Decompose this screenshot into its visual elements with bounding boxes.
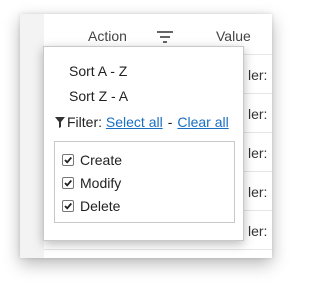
clear-all-link[interactable]: Clear all bbox=[177, 114, 228, 130]
option-label: Modify bbox=[80, 175, 122, 191]
delete-checkbox[interactable] bbox=[62, 200, 74, 212]
cell-value: ler: 2 bbox=[248, 184, 272, 200]
checkmark-icon bbox=[64, 179, 72, 187]
checkmark-icon bbox=[64, 202, 72, 210]
page: Action Value ler: 1 ler: 2 ler: 1 ler: 2… bbox=[0, 0, 321, 306]
link-separator: - bbox=[167, 114, 173, 130]
cell-value: ler: 2 bbox=[248, 106, 272, 122]
checkmark-icon bbox=[64, 156, 72, 164]
option-modify[interactable]: Modify bbox=[62, 175, 121, 191]
option-create[interactable]: Create bbox=[62, 152, 122, 168]
filter-menu-icon[interactable] bbox=[157, 30, 173, 43]
option-label: Delete bbox=[80, 198, 121, 214]
column-header-action[interactable]: Action bbox=[88, 28, 127, 44]
column-filter-popup: Sort A - Z Sort Z - A Filter: Select all… bbox=[43, 46, 244, 241]
funnel-icon bbox=[55, 115, 65, 128]
cell-value: ler: 1 bbox=[248, 145, 272, 161]
cell-value: ler: 1 bbox=[248, 223, 272, 239]
sort-descending-item[interactable]: Sort Z - A bbox=[69, 88, 128, 104]
column-header-value[interactable]: Value bbox=[216, 28, 251, 44]
option-label: Create bbox=[80, 152, 123, 168]
filter-options-list: Create Modify Delete bbox=[54, 141, 235, 223]
select-all-link[interactable]: Select all bbox=[106, 114, 163, 130]
filter-row: Filter: Select all - Clear all bbox=[55, 114, 229, 130]
create-checkbox[interactable] bbox=[62, 154, 74, 166]
option-delete[interactable]: Delete bbox=[62, 198, 120, 214]
modify-checkbox[interactable] bbox=[62, 177, 74, 189]
cell-value: ler: 1 bbox=[248, 67, 272, 83]
filter-label: Filter: bbox=[67, 114, 102, 130]
sort-ascending-item[interactable]: Sort A - Z bbox=[69, 63, 127, 79]
grid-row-gutter bbox=[20, 14, 44, 258]
